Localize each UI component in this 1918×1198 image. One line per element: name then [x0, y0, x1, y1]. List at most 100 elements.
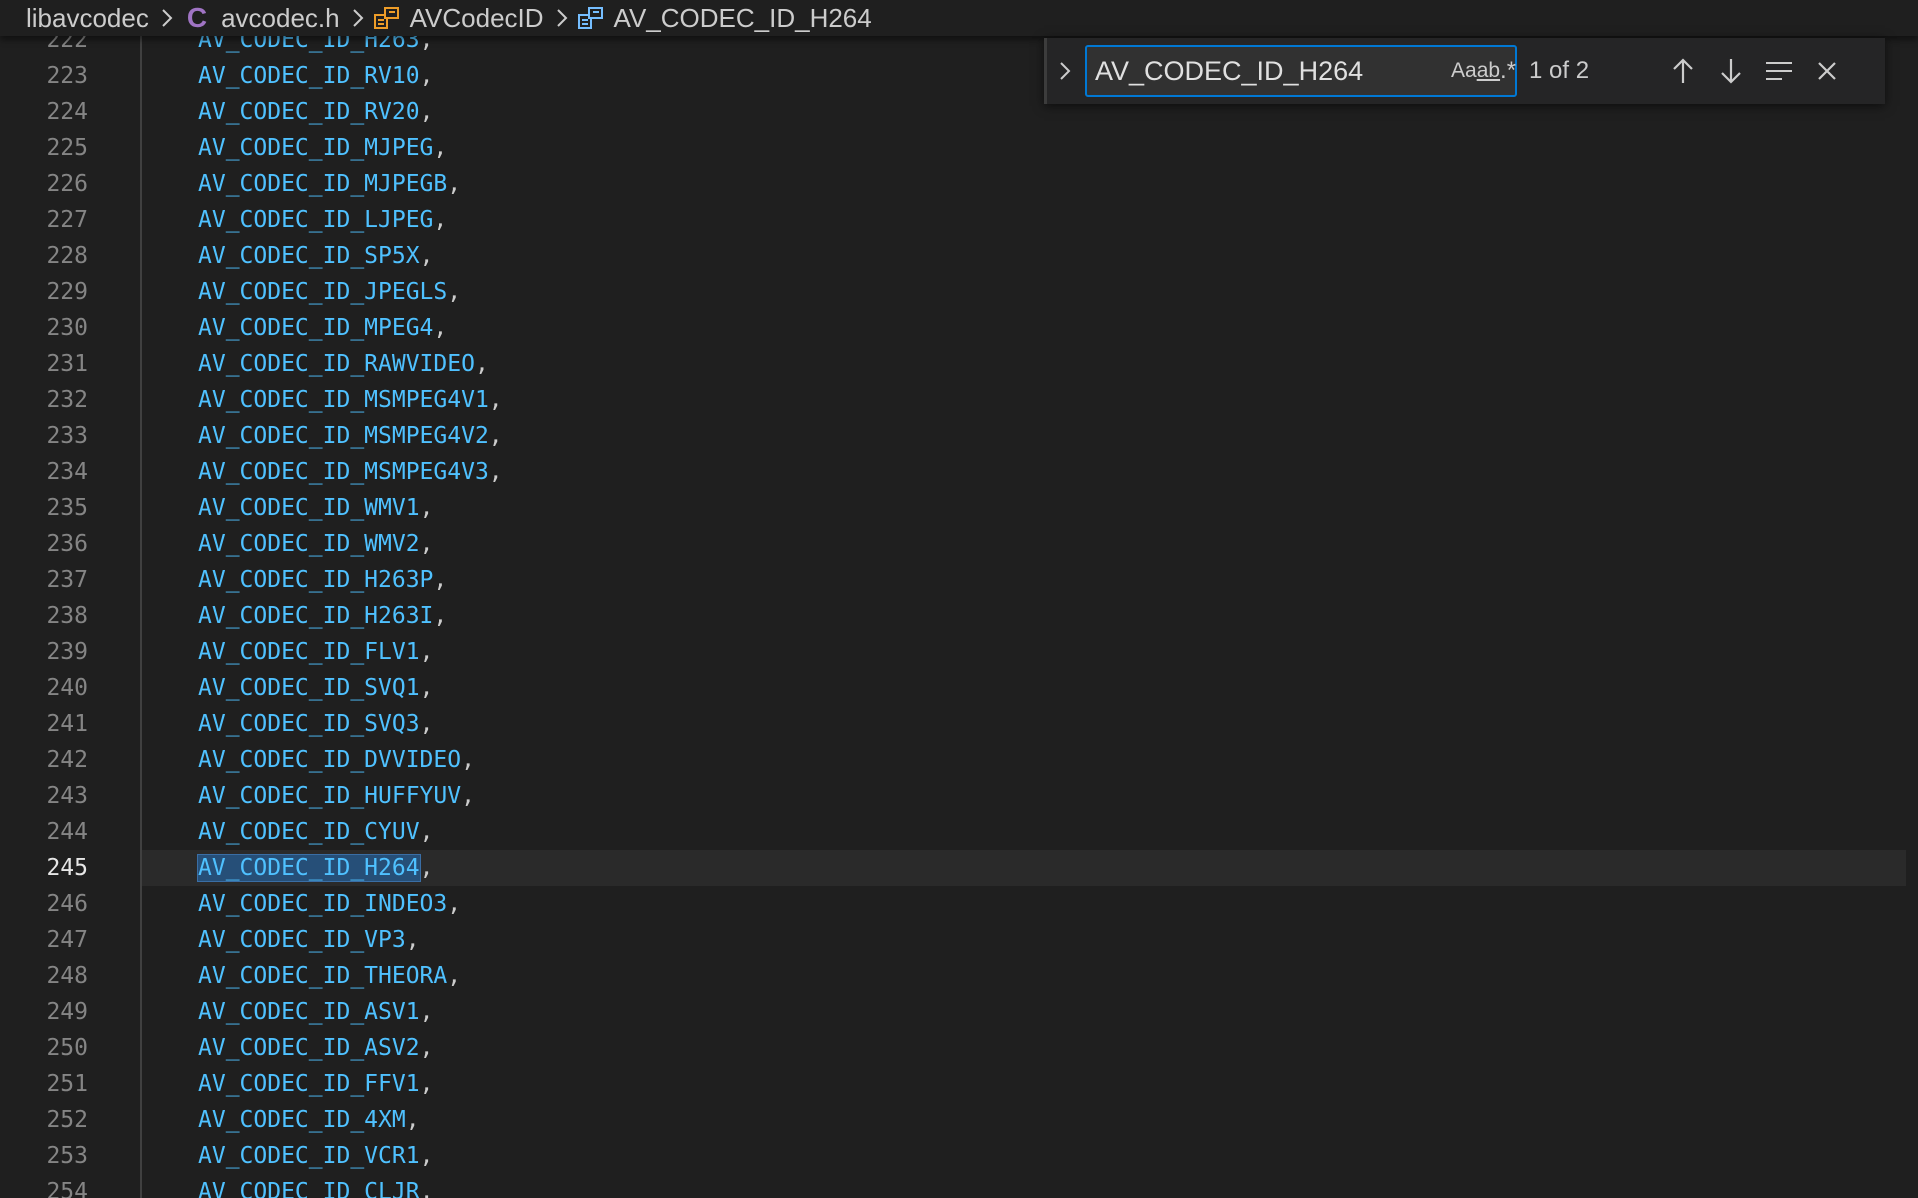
code-text: AV_CODEC_ID_MPEG4,	[198, 315, 447, 341]
enum-identifier: AV_CODEC_ID_MJPEG	[198, 135, 434, 161]
code-text: AV_CODEC_ID_MSMPEG4V3,	[198, 459, 503, 485]
find-in-selection-button[interactable]	[1755, 47, 1803, 95]
line-number: 232	[46, 387, 88, 413]
code-line[interactable]: 225 AV_CODEC_ID_MJPEG,	[0, 130, 1918, 166]
breadcrumb-member[interactable]: AV_CODEC_ID_H264	[577, 3, 872, 34]
code-text: AV_CODEC_ID_LJPEG,	[198, 207, 447, 233]
code-line[interactable]: 240 AV_CODEC_ID_SVQ1,	[0, 670, 1918, 706]
match-count: 1 of 2	[1529, 57, 1590, 84]
comma: ,	[419, 495, 434, 521]
comma: ,	[433, 135, 448, 161]
enum-member-icon	[577, 6, 604, 30]
code-line[interactable]: 253 AV_CODEC_ID_VCR1,	[0, 1138, 1918, 1174]
match-whole-word-button[interactable]: ab	[1477, 51, 1500, 91]
code-text: AV_CODEC_ID_MSMPEG4V1,	[198, 387, 503, 413]
breadcrumb-folder[interactable]: libavcodec	[26, 3, 149, 34]
comma: ,	[419, 36, 434, 53]
code-line[interactable]: 226 AV_CODEC_ID_MJPEGB,	[0, 166, 1918, 202]
enum-identifier: AV_CODEC_ID_MJPEGB	[198, 171, 448, 197]
comma: ,	[419, 999, 434, 1025]
code-text: AV_CODEC_ID_VCR1,	[198, 1143, 433, 1169]
line-number: 239	[46, 639, 88, 665]
comma: ,	[419, 1035, 434, 1061]
line-number: 247	[46, 927, 88, 953]
code-line[interactable]: 247 AV_CODEC_ID_VP3,	[0, 922, 1918, 958]
code-line[interactable]: 246 AV_CODEC_ID_INDEO3,	[0, 886, 1918, 922]
line-number: 224	[46, 99, 88, 125]
breadcrumb-file[interactable]: C avcodec.h	[183, 2, 340, 34]
code-line[interactable]: 230 AV_CODEC_ID_MPEG4,	[0, 310, 1918, 346]
code-line[interactable]: 248 AV_CODEC_ID_THEORA,	[0, 958, 1918, 994]
use-regex-button[interactable]: .*	[1500, 51, 1516, 91]
code-line[interactable]: 241 AV_CODEC_ID_SVQ3,	[0, 706, 1918, 742]
code-text: AV_CODEC_ID_MSMPEG4V2,	[198, 423, 503, 449]
line-number: 251	[46, 1071, 88, 1097]
code-line[interactable]: 237 AV_CODEC_ID_H263P,	[0, 562, 1918, 598]
code-line[interactable]: 238 AV_CODEC_ID_H263I,	[0, 598, 1918, 634]
code-text: AV_CODEC_ID_VP3,	[198, 927, 420, 953]
code-line[interactable]: 236 AV_CODEC_ID_WMV2,	[0, 526, 1918, 562]
code-text: AV_CODEC_ID_DVVIDEO,	[198, 747, 475, 773]
enum-identifier: AV_CODEC_ID_JPEGLS	[198, 279, 448, 305]
code-line[interactable]: 242 AV_CODEC_ID_DVVIDEO,	[0, 742, 1918, 778]
line-number: 253	[46, 1143, 88, 1169]
code-line[interactable]: 239 AV_CODEC_ID_FLV1,	[0, 634, 1918, 670]
code-line[interactable]: 235 AV_CODEC_ID_WMV1,	[0, 490, 1918, 526]
code-text: AV_CODEC_ID_SVQ1,	[198, 675, 433, 701]
arrow-down-icon	[1721, 59, 1741, 84]
code-text: AV_CODEC_ID_H263I,	[198, 603, 447, 629]
close-find-button[interactable]	[1803, 47, 1851, 95]
line-number: 225	[46, 135, 88, 161]
code-lines: 222 AV_CODEC_ID_H263, 223 AV_CODEC_ID_RV10,…	[0, 36, 1918, 1198]
code-line[interactable]: 243 AV_CODEC_ID_HUFFYUV,	[0, 778, 1918, 814]
line-number: 248	[46, 963, 88, 989]
code-text: AV_CODEC_ID_CLJR,	[198, 1179, 433, 1198]
code-text: AV_CODEC_ID_WMV2,	[198, 531, 433, 557]
toggle-replace-button[interactable]	[1047, 41, 1083, 101]
line-number: 236	[46, 531, 88, 557]
comma: ,	[447, 279, 462, 305]
enum-identifier: AV_CODEC_ID_WMV2	[198, 531, 420, 557]
code-line[interactable]: 244 AV_CODEC_ID_CYUV,	[0, 814, 1918, 850]
next-match-button[interactable]	[1707, 47, 1755, 95]
enum-identifier: AV_CODEC_ID_RV20	[198, 99, 420, 125]
enum-identifier: AV_CODEC_ID_RV10	[198, 63, 420, 89]
code-line[interactable]: 251 AV_CODEC_ID_FFV1,	[0, 1066, 1918, 1102]
chevron-right-icon	[556, 8, 568, 28]
previous-match-button[interactable]	[1659, 47, 1707, 95]
line-number: 223	[46, 63, 88, 89]
code-text: AV_CODEC_ID_JPEGLS,	[198, 279, 461, 305]
code-editor[interactable]: 222 AV_CODEC_ID_H263, 223 AV_CODEC_ID_RV10,…	[0, 36, 1918, 1198]
code-line[interactable]: 234 AV_CODEC_ID_MSMPEG4V3,	[0, 454, 1918, 490]
comma: ,	[419, 711, 434, 737]
code-text: AV_CODEC_ID_H264,	[197, 854, 433, 882]
code-line[interactable]: 254 AV_CODEC_ID_CLJR,	[0, 1174, 1918, 1198]
enum-identifier: AV_CODEC_ID_VCR1	[198, 1143, 420, 1169]
comma: ,	[433, 207, 448, 233]
code-line[interactable]: 249 AV_CODEC_ID_ASV1,	[0, 994, 1918, 1030]
line-number: 254	[46, 1179, 88, 1198]
code-line[interactable]: 233 AV_CODEC_ID_MSMPEG4V2,	[0, 418, 1918, 454]
code-line[interactable]: 227 AV_CODEC_ID_LJPEG,	[0, 202, 1918, 238]
code-text: AV_CODEC_ID_H263P,	[198, 567, 447, 593]
code-line[interactable]: 252 AV_CODEC_ID_4XM,	[0, 1102, 1918, 1138]
line-number: 234	[46, 459, 88, 485]
code-line[interactable]: 250 AV_CODEC_ID_ASV2,	[0, 1030, 1918, 1066]
line-number: 222	[46, 36, 88, 53]
breadcrumb-enum-label: AVCodecID	[409, 2, 544, 33]
code-line[interactable]: 245 AV_CODEC_ID_H264,	[0, 850, 1918, 886]
code-line[interactable]: 232 AV_CODEC_ID_MSMPEG4V1,	[0, 382, 1918, 418]
search-match-highlight: AV_CODEC_ID_H264	[197, 854, 421, 882]
line-number: 243	[46, 783, 88, 809]
comma: ,	[419, 99, 434, 125]
code-line[interactable]: 231 AV_CODEC_ID_RAWVIDEO,	[0, 346, 1918, 382]
use-regex-label: .*	[1500, 57, 1517, 84]
find-input[interactable]	[1087, 46, 1451, 96]
code-text: AV_CODEC_ID_4XM,	[198, 1107, 420, 1133]
code-line[interactable]: 229 AV_CODEC_ID_JPEGLS,	[0, 274, 1918, 310]
code-text: AV_CODEC_ID_MJPEGB,	[198, 171, 461, 197]
code-line[interactable]: 228 AV_CODEC_ID_SP5X,	[0, 238, 1918, 274]
line-number: 226	[46, 171, 88, 197]
breadcrumb-enum[interactable]: AVCodecID	[373, 2, 544, 34]
match-case-button[interactable]: Aa	[1451, 51, 1477, 91]
